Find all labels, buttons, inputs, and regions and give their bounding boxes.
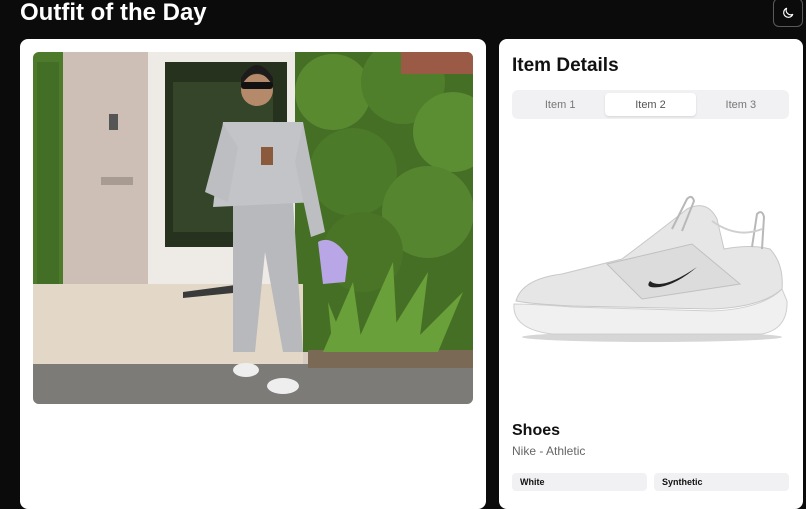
item-brand: Nike - Athletic xyxy=(512,444,586,458)
tab-item-2[interactable]: Item 2 xyxy=(605,93,696,116)
item-name: Shoes xyxy=(512,422,561,439)
outfit-photo xyxy=(33,52,473,404)
tag-material: Synthetic xyxy=(654,473,789,491)
moon-icon xyxy=(783,7,794,18)
tab-item-3[interactable]: Item 3 xyxy=(696,93,786,116)
page-title: Outfit of the Day xyxy=(20,0,207,26)
tag-color: White xyxy=(512,473,647,491)
sneaker-image xyxy=(512,189,789,349)
details-title: Item Details xyxy=(512,55,619,76)
item-details-card: Item Details Item 1 Item 2 Item 3 Shoes … xyxy=(499,39,803,509)
item-tags: White Synthetic xyxy=(512,473,789,491)
outfit-card xyxy=(20,39,486,509)
item-tabs: Item 1 Item 2 Item 3 xyxy=(512,90,789,119)
theme-toggle-button[interactable] xyxy=(773,0,803,27)
tab-item-1[interactable]: Item 1 xyxy=(515,93,605,116)
